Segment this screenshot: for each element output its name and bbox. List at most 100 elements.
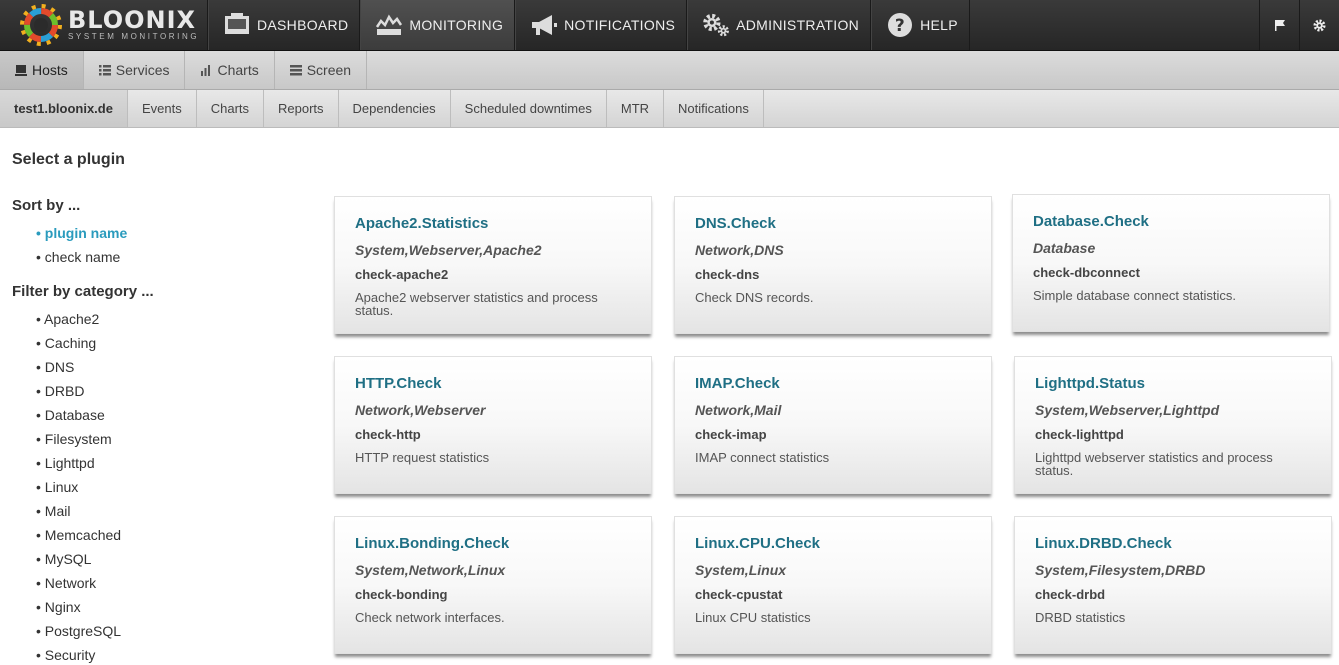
category-item[interactable]: • Memcached [36, 527, 121, 543]
plugin-description: DRBD statistics [1035, 610, 1126, 625]
tab-services-label: Services [115, 62, 170, 78]
sort-option-check-name[interactable]: • check name [36, 249, 120, 265]
subtab-host[interactable]: test1.bloonix.de [0, 90, 128, 127]
plugin-description: Lighttpd webserver statistics and proces… [1035, 450, 1273, 478]
subtab-notifications[interactable]: Notifications [664, 90, 764, 127]
plugin-name: Lighttpd.Status [1035, 375, 1145, 392]
plugin-description: IMAP connect statistics [695, 450, 830, 465]
monitoring-tabs: Hosts Services Charts Screen [0, 51, 1339, 90]
subtab-reports[interactable]: Reports [264, 90, 339, 127]
plugin-description: Check network interfaces. [355, 610, 505, 625]
list-icon [98, 64, 111, 76]
host-icon [15, 64, 27, 76]
plugin-card[interactable]: Database.Check Database check-dbconnect Sim… [1012, 194, 1330, 332]
category-label: DRBD [44, 383, 85, 399]
category-item[interactable]: • Mail [36, 503, 70, 519]
host-subtabs: test1.bloonix.de Events Charts Reports D… [0, 90, 1339, 128]
category-item[interactable]: • Network [36, 575, 96, 591]
category-label: Linux [44, 479, 79, 495]
plugin-categories: System,Filesystem,DRBD [1035, 562, 1206, 578]
category-item[interactable]: • Security [36, 647, 95, 663]
category-item[interactable]: • DNS [36, 359, 74, 375]
category-label: Lighttpd [44, 455, 95, 471]
nav-administration-label: ADMINISTRATION [736, 17, 860, 33]
plugin-description: HTTP request statistics [355, 450, 490, 465]
plugin-description: Apache2 webserver statistics and process… [355, 290, 598, 318]
plugin-name: DNS.Check [695, 215, 776, 232]
logo-subtitle: SYSTEM MONITORING [68, 32, 200, 41]
plugin-name: Linux.DRBD.Check [1035, 535, 1172, 552]
category-item[interactable]: • PostgreSQL [36, 623, 121, 639]
sort-option-plugin-name[interactable]: • plugin name [36, 225, 127, 241]
nav-help[interactable]: ? HELP [871, 0, 970, 50]
plugin-card[interactable]: Linux.Bonding.Check System,Network,Linux c… [334, 516, 652, 654]
plugin-name: Linux.CPU.Check [695, 535, 821, 552]
plugin-card[interactable]: DNS.Check Network,DNS check-dns Check DNS r… [674, 196, 992, 334]
plugin-command: check-lighttpd [1035, 427, 1124, 442]
category-item[interactable]: • Apache2 [36, 311, 99, 327]
plugin-categories: System,Webserver,Apache2 [355, 242, 542, 258]
plugin-categories: Network,Mail [695, 402, 782, 418]
category-item[interactable]: • Linux [36, 479, 78, 495]
plugin-command: check-dbconnect [1033, 265, 1140, 280]
nav-dashboard-label: DASHBOARD [257, 17, 349, 33]
page-title: Select a plugin [12, 151, 125, 168]
plugin-categories: Network,DNS [695, 242, 784, 258]
nav-monitoring-label: MONITORING [409, 17, 504, 33]
plugin-name: Apache2.Statistics [355, 215, 489, 232]
plugin-description: Simple database connect statistics. [1033, 288, 1237, 303]
plugin-command: check-http [355, 427, 421, 442]
tab-screen[interactable]: Screen [275, 51, 368, 89]
gears-icon [702, 11, 730, 39]
plugin-card[interactable]: HTTP.Check Network,Webserver check-http HTT… [334, 356, 652, 494]
plugin-card[interactable]: IMAP.Check Network,Mail check-imap IMAP con… [674, 356, 992, 494]
tab-charts[interactable]: Charts [185, 51, 275, 89]
plugin-command: check-drbd [1035, 587, 1106, 602]
subtab-charts[interactable]: Charts [197, 90, 265, 127]
bar-chart-icon [200, 64, 212, 76]
category-label: Database [44, 407, 105, 423]
tab-hosts-label: Hosts [32, 62, 68, 78]
tab-charts-label: Charts [217, 62, 259, 78]
category-item[interactable]: • Lighttpd [36, 455, 95, 471]
bloonix-logo[interactable]: BLOONIX SYSTEM MONITORING [0, 0, 208, 50]
top-navigation: BLOONIX SYSTEM MONITORING DASHBOARD MONI… [0, 0, 1339, 51]
category-item[interactable]: • Filesystem [36, 431, 112, 447]
plugin-card[interactable]: Apache2.Statistics System,Webserver,Apach… [334, 196, 652, 334]
category-item[interactable]: • Database [36, 407, 105, 423]
plugin-name: Database.Check [1033, 213, 1149, 230]
category-label: Memcached [44, 527, 122, 543]
subtab-dependencies[interactable]: Dependencies [339, 90, 451, 127]
flag-icon [1274, 20, 1285, 31]
plugin-categories: Database [1033, 240, 1096, 256]
tab-hosts[interactable]: Hosts [0, 51, 84, 89]
subtab-scheduled-downtimes[interactable]: Scheduled downtimes [451, 90, 607, 127]
flag-button[interactable] [1259, 0, 1299, 50]
category-item[interactable]: • Caching [36, 335, 96, 351]
category-item[interactable]: • MySQL [36, 551, 91, 567]
nav-monitoring[interactable]: MONITORING [360, 0, 516, 50]
plugin-card[interactable]: Lighttpd.Status System,Webserver,Lighttpd… [1014, 356, 1332, 494]
nav-help-label: HELP [920, 17, 958, 33]
nav-notifications[interactable]: NOTIFICATIONS [515, 0, 688, 50]
tab-services[interactable]: Services [84, 51, 186, 89]
plugin-card[interactable]: Linux.CPU.Check System,Linux check-cpustat… [674, 516, 992, 654]
nav-administration[interactable]: ADMINISTRATION [687, 0, 872, 50]
plugin-command: check-cpustat [695, 587, 783, 602]
subtab-events[interactable]: Events [128, 90, 197, 127]
help-icon: ? [886, 11, 914, 39]
plugin-command: check-apache2 [355, 267, 449, 282]
filter-heading: Filter by category ... [12, 283, 154, 300]
category-item[interactable]: • DRBD [36, 383, 84, 399]
logo-gear-icon [20, 4, 62, 46]
plugin-command: check-bonding [355, 587, 448, 602]
nav-dashboard[interactable]: DASHBOARD [208, 0, 361, 50]
dashboard-icon [223, 11, 251, 39]
settings-button[interactable] [1299, 0, 1339, 50]
subtab-mtr[interactable]: MTR [607, 90, 665, 127]
svg-text:?: ? [895, 16, 905, 36]
category-item[interactable]: • Nginx [36, 599, 81, 615]
plugin-command: check-imap [695, 427, 767, 442]
plugin-card[interactable]: Linux.DRBD.Check System,Filesystem,DRBD ch… [1014, 516, 1332, 654]
plugin-description: Linux CPU statistics [695, 610, 811, 625]
